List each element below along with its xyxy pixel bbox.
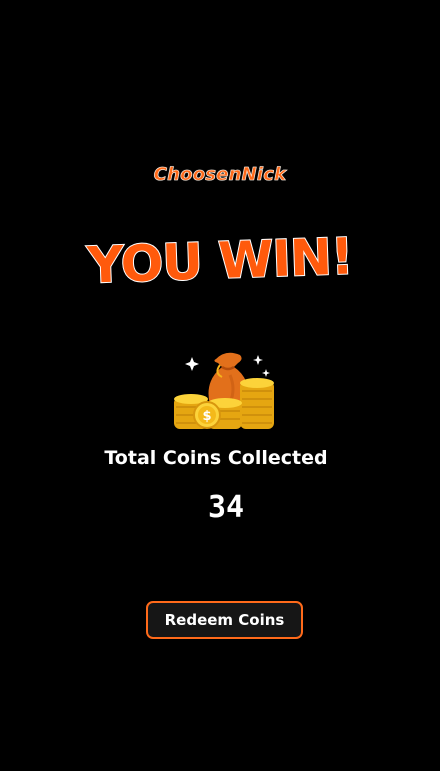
coin-bag-icon: $ (174, 352, 274, 429)
win-title: YOU WIN! (85, 226, 354, 295)
win-screen: ChoosenNick YOU WIN! $ Total Coins Colle… (0, 0, 440, 771)
svg-text:$: $ (202, 409, 211, 424)
redeem-coins-button[interactable]: Redeem Coins (146, 601, 303, 639)
player-nickname: ChoosenNick (153, 164, 287, 186)
total-coins-label: Total Coins Collected (104, 447, 328, 469)
coin-count: 34 (207, 490, 245, 525)
